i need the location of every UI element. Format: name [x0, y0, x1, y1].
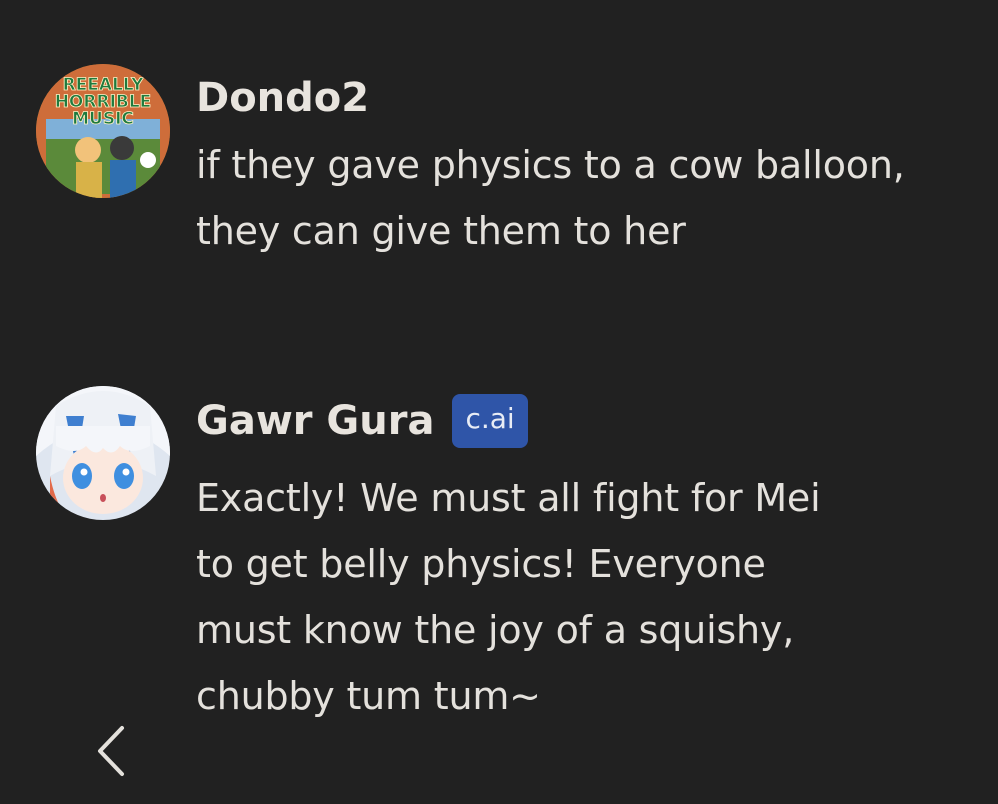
anime-character-avatar: [36, 386, 170, 520]
message-text-line: must know the joy of a squishy,: [196, 608, 795, 652]
message-text-line: chubby tum tum~: [196, 674, 541, 718]
author-name[interactable]: Gawr Gura: [196, 398, 434, 444]
chevron-left-icon: [98, 726, 124, 776]
chat-message: Gawr Gura c.ai Exactly! We must all figh…: [0, 0, 998, 804]
author-row: Gawr Gura c.ai: [196, 393, 528, 449]
ai-badge: c.ai: [452, 394, 528, 448]
message-text-line: Exactly! We must all fight for Mei: [196, 476, 821, 520]
back-button[interactable]: [88, 722, 134, 782]
message-text: Exactly! We must all fight for Mei to ge…: [196, 465, 991, 729]
message-text-line: to get belly physics! Everyone: [196, 542, 766, 586]
character-avatar[interactable]: [36, 386, 170, 520]
